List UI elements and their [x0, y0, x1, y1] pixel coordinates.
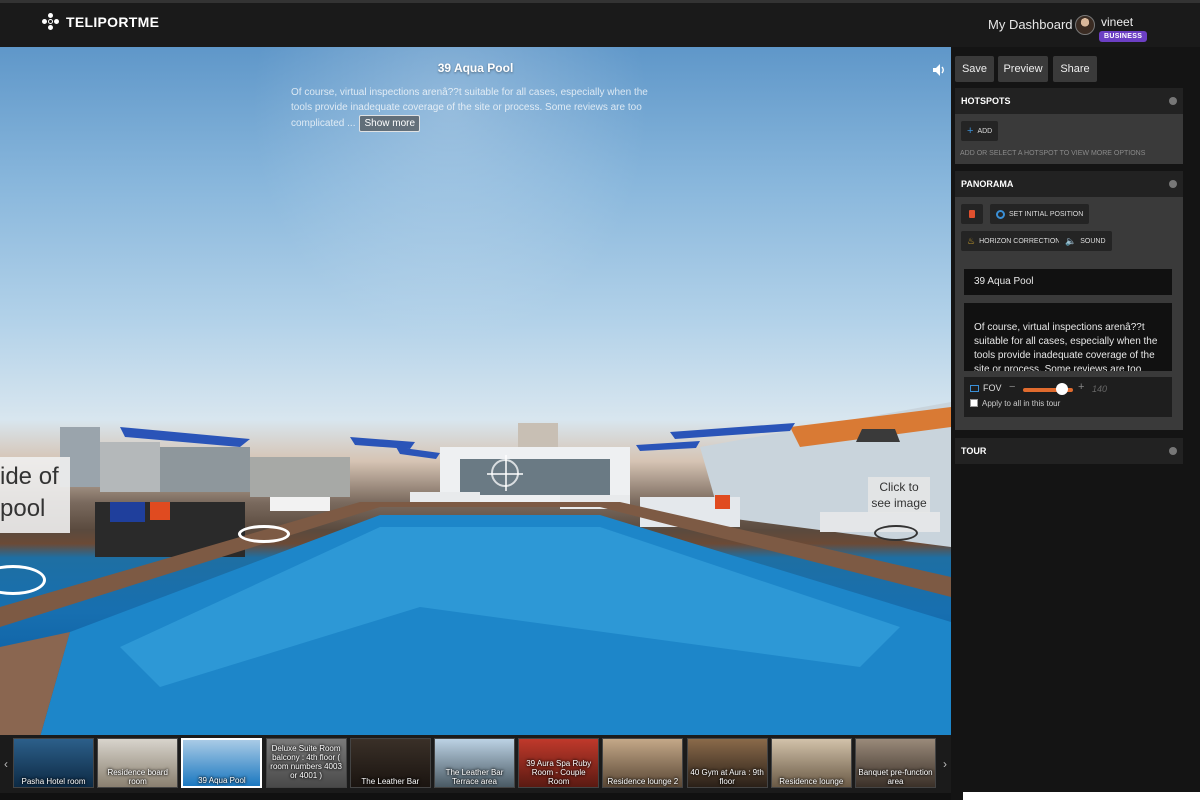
hotspot-label-line-1: ide of: [0, 463, 59, 490]
brand-name: TELIPORTME: [66, 14, 160, 30]
fov-label: FOV: [983, 383, 1002, 393]
hotspot-label-see-image[interactable]: Click to see image: [868, 477, 930, 513]
volume-icon[interactable]: [932, 63, 946, 77]
thumbnail-item[interactable]: 40 Gym at Aura : 9th floor: [686, 738, 768, 788]
my-dashboard-link[interactable]: My Dashboard: [988, 17, 1073, 32]
app-root: TELIPORTME My Dashboard vineet BUSINESS: [0, 0, 1200, 800]
editor-panel: Save Preview Share HOTSPOTS + ADD ADD OR…: [951, 47, 1200, 800]
panorama-description-text: Of course, virtual inspections arenâ??t …: [291, 87, 648, 129]
pool-scene: [0, 402, 951, 737]
trash-icon: [969, 210, 975, 218]
thumbnail-label: 40 Gym at Aura : 9th floor: [690, 768, 764, 786]
thumbnail-item[interactable]: Residence lounge 2: [602, 738, 684, 788]
hotspots-title: HOTSPOTS: [961, 96, 1011, 106]
panorama-header[interactable]: PANORAMA: [955, 171, 1183, 197]
thumbs-next-button[interactable]: ›: [939, 735, 951, 793]
panorama-viewer[interactable]: 39 Aqua Pool Of course, virtual inspecti…: [0, 47, 951, 737]
tour-title: TOUR: [961, 446, 987, 456]
thumbnail-item[interactable]: Residence board room: [97, 738, 179, 788]
hotspots-header[interactable]: HOTSPOTS: [955, 88, 1183, 114]
panorama-description-input[interactable]: Of course, virtual inspections arenâ??t …: [964, 303, 1172, 371]
set-initial-position-label: SET INITIAL POSITION: [1009, 210, 1084, 218]
sound-label: SOUND: [1080, 237, 1106, 245]
click-label-line-1: Click to: [879, 480, 919, 494]
share-button[interactable]: Share: [1053, 56, 1097, 82]
user-name[interactable]: vineet: [1101, 15, 1133, 29]
thumbnail-item[interactable]: Residence lounge: [770, 738, 852, 788]
horizon-correction-label: HORIZON CORRECTION: [979, 237, 1061, 245]
fov-increase-button[interactable]: +: [1078, 381, 1084, 393]
logo-icon: [42, 13, 60, 31]
avatar[interactable]: [1075, 15, 1095, 35]
thumbnail-label: The Leather Bar: [361, 777, 420, 786]
top-bar: TELIPORTME My Dashboard vineet BUSINESS: [0, 0, 1200, 47]
thumbnail-item[interactable]: 39 Aura Spa Ruby Room - Couple Room: [518, 738, 600, 788]
plus-icon: +: [967, 125, 974, 137]
set-initial-position-button[interactable]: SET INITIAL POSITION: [990, 204, 1090, 224]
fov-decrease-button[interactable]: −: [1009, 381, 1015, 393]
show-more-button[interactable]: Show more: [359, 115, 421, 132]
panorama-name-input[interactable]: 39 Aqua Pool: [964, 269, 1172, 295]
thumbnail-label: 39 Aura Spa Ruby Room - Couple Room: [526, 759, 592, 786]
horizon-correction-button[interactable]: ♨ HORIZON CORRECTION: [961, 231, 1067, 251]
hotspot-label-line-2: pool: [0, 495, 46, 522]
thumbnail-item[interactable]: Deluxe Suite Room balcony : 4th floor ( …: [265, 738, 347, 788]
fov-icon: [970, 385, 979, 392]
panorama-description: Of course, virtual inspections arenâ??t …: [291, 85, 663, 132]
apply-all-checkbox[interactable]: [970, 399, 978, 407]
collapse-icon[interactable]: [1169, 97, 1177, 105]
sound-button[interactable]: 🔈 SOUND: [1059, 231, 1112, 251]
thumbnail-label: Residence board room: [107, 768, 168, 786]
hotspots-section: HOTSPOTS + ADD ADD OR SELECT A HOTSPOT T…: [955, 88, 1183, 164]
panorama-title: 39 Aqua Pool: [437, 61, 514, 75]
thumbnail-label: Banquet pre-function area: [858, 768, 933, 786]
hotspot-label-pool-side[interactable]: ide of pool: [0, 457, 70, 533]
plan-badge: BUSINESS: [1099, 31, 1148, 42]
thumbnail-label: The Leather Bar Terrace area: [445, 768, 504, 786]
tour-section: TOUR: [955, 438, 1183, 464]
add-hotspot-button[interactable]: + ADD: [961, 121, 999, 141]
thumbnail-item[interactable]: 39 Aqua Pool: [181, 738, 263, 788]
fov-slider-handle[interactable]: [1056, 383, 1068, 395]
navigation-hotspot[interactable]: [238, 525, 290, 543]
panorama-section: PANORAMA SET INITIAL POSITION ♨ HORIZON …: [955, 171, 1183, 430]
horizon-icon: ♨: [967, 235, 976, 246]
click-label-line-2: see image: [871, 496, 927, 510]
fov-control: FOV − + 140 Apply to all in this tour: [964, 377, 1172, 417]
thumbnail-label: Residence lounge 2: [607, 777, 679, 786]
thumbnail-item[interactable]: The Leather Bar: [349, 738, 431, 788]
add-hotspot-label: ADD: [977, 127, 993, 135]
target-icon: [996, 209, 1005, 219]
panorama-thumbnail-strip: ‹ Pasha Hotel room Residence board room 39…: [0, 735, 951, 793]
tour-header[interactable]: TOUR: [955, 438, 1183, 464]
crosshair-icon: [487, 455, 523, 491]
hotspots-hint: ADD OR SELECT A HOTSPOT TO VIEW MORE OPT…: [960, 150, 1146, 157]
page-footer-strip: [963, 792, 1200, 800]
preview-button[interactable]: Preview: [998, 56, 1048, 82]
thumbnail-label: Residence lounge: [779, 777, 844, 786]
thumbnail-label: Deluxe Suite Room balcony : 4th floor ( …: [270, 744, 342, 780]
panorama-section-title: PANORAMA: [961, 179, 1014, 189]
brand-logo[interactable]: TELIPORTME: [42, 13, 159, 31]
thumbnail-label: 39 Aqua Pool: [198, 776, 246, 785]
thumbnail-label: Pasha Hotel room: [21, 777, 86, 786]
thumbs-prev-button[interactable]: ‹: [0, 735, 12, 793]
save-button[interactable]: Save: [955, 56, 994, 82]
thumbnail-item[interactable]: Pasha Hotel room: [13, 738, 94, 788]
delete-panorama-button[interactable]: [961, 204, 983, 224]
thumbnail-item[interactable]: Banquet pre-function area: [855, 738, 936, 788]
thumbnail-item[interactable]: The Leather Bar Terrace area: [434, 738, 515, 788]
collapse-icon[interactable]: [1169, 447, 1177, 455]
fov-value: 140: [1092, 384, 1108, 394]
navigation-hotspot[interactable]: [874, 525, 918, 541]
collapse-icon[interactable]: [1169, 180, 1177, 188]
apply-all-label: Apply to all in this tour: [982, 399, 1061, 408]
speaker-icon: 🔈: [1065, 235, 1077, 246]
